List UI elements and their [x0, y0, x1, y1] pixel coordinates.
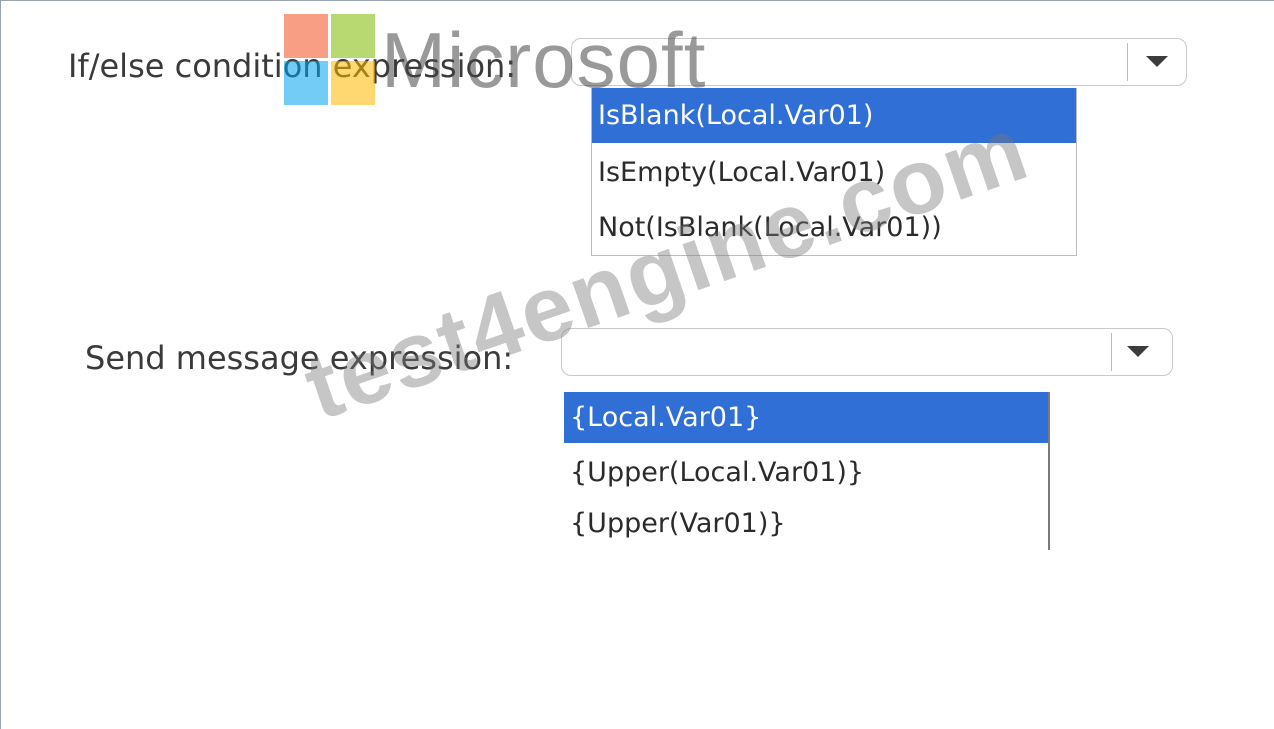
send-message-option-upper-local-var01[interactable]: {Upper(Local.Var01)} [564, 445, 1048, 501]
send-message-option-local-var01[interactable]: {Local.Var01} [564, 392, 1048, 443]
logo-square-green [331, 14, 375, 58]
logo-square-yellow [331, 61, 375, 105]
send-message-options-list: {Local.Var01} {Upper(Local.Var01)} {Uppe… [564, 392, 1050, 550]
logo-square-blue [284, 61, 328, 105]
chevron-down-icon[interactable] [1127, 346, 1149, 357]
dropdown-divider [1127, 43, 1128, 81]
microsoft-logo-watermark [284, 14, 376, 106]
dropdown-divider [1111, 333, 1112, 371]
send-message-dropdown[interactable] [561, 328, 1173, 376]
logo-square-red [284, 14, 328, 58]
send-message-option-upper-var01[interactable]: {Upper(Var01)} [564, 496, 1048, 552]
chevron-down-icon[interactable] [1146, 56, 1168, 67]
microsoft-watermark-text: Microsoft [381, 16, 707, 104]
question-panel: If/else condition expression: IsBlank(Lo… [0, 0, 1274, 729]
